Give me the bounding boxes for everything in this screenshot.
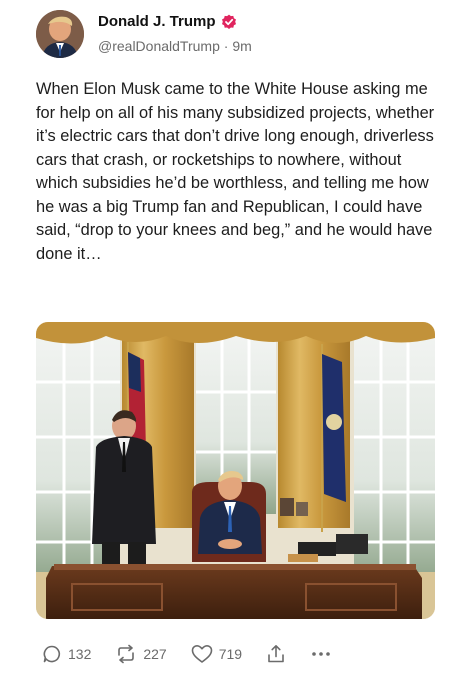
share-button[interactable] xyxy=(266,644,286,664)
author-handle[interactable]: @realDonaldTrump xyxy=(98,38,220,54)
post-actions: 132 227 719 xyxy=(42,642,362,666)
avatar-photo xyxy=(36,10,84,58)
more-button[interactable] xyxy=(310,644,332,664)
author-name-row: Donald J. Trump xyxy=(98,13,237,30)
more-icon xyxy=(312,652,330,656)
author-name[interactable]: Donald J. Trump xyxy=(98,13,216,30)
heart-icon xyxy=(191,645,213,663)
post-header: Donald J. Trump @realDonaldTrump · 9m xyxy=(36,10,436,60)
like-button[interactable]: 719 xyxy=(191,644,242,664)
oval-office-photo xyxy=(36,322,435,619)
post-text: When Elon Musk came to the White House a… xyxy=(36,80,439,263)
share-icon xyxy=(268,645,284,663)
post-timestamp[interactable]: 9m xyxy=(232,38,251,54)
reply-button[interactable]: 132 xyxy=(42,644,91,664)
reply-icon xyxy=(43,645,61,663)
repost-count: 227 xyxy=(143,646,167,662)
like-count: 719 xyxy=(218,646,243,662)
author-meta: @realDonaldTrump · 9m xyxy=(98,38,252,54)
post-image[interactable] xyxy=(36,322,435,619)
repost-button[interactable]: 227 xyxy=(115,644,167,664)
verified-badge-icon xyxy=(221,14,236,29)
meta-separator: · xyxy=(223,38,229,54)
reply-count: 132 xyxy=(68,646,92,662)
avatar[interactable] xyxy=(36,10,84,58)
repost-icon xyxy=(118,644,135,664)
